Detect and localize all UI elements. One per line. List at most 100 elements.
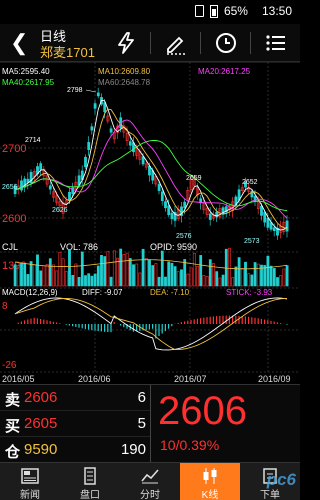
kline-icon (203, 468, 217, 484)
kline-chart-svg[interactable]: MA5:2595.40 MA10:2609.80 MA20:2617.25 MA… (0, 61, 300, 384)
volume-bar (269, 265, 273, 287)
x-tick-2016-09: 2016/09 (258, 374, 291, 384)
volume-bar (90, 275, 94, 287)
menu-list-icon[interactable] (264, 31, 288, 55)
chart-grid (0, 62, 300, 373)
macd-diff-value: DIFF: -9.07 (82, 288, 123, 297)
volume-bar (48, 258, 52, 287)
candle-body (260, 205, 263, 216)
volume-bar (36, 254, 39, 287)
volume-bar (176, 271, 180, 287)
volume-bar (276, 277, 279, 287)
volume-bar (20, 262, 23, 287)
volume-bar (58, 251, 62, 287)
sell-price: 2606 (24, 389, 58, 406)
volume-panel-name: CJL (2, 242, 18, 252)
volume-bar (196, 266, 199, 287)
macd-stick-value: STICK: -3.93 (226, 288, 273, 297)
volume-bar (151, 265, 155, 287)
candle-body (285, 220, 289, 232)
x-tick-2016-05: 2016/05 (2, 374, 35, 384)
volume-bar (199, 255, 203, 287)
draw-pen-icon[interactable] (164, 31, 188, 55)
nav-kline[interactable]: K线 (180, 463, 240, 500)
volume-bar (154, 263, 158, 287)
contract-name: 郑麦1701 (40, 45, 95, 60)
macd-diff-line (14, 297, 288, 351)
back-arrow-icon[interactable]: ❮ (10, 30, 28, 56)
ma10-label: MA10:2609.80 (98, 67, 151, 76)
volume-bar (272, 268, 276, 287)
intraday-chart-icon (141, 469, 159, 484)
sell-row: 卖 2606 6 (0, 385, 150, 411)
volume-bar (26, 274, 30, 287)
candle-body (272, 227, 276, 232)
quote-panel: 卖 2606 6 买 2605 5 仓 9590 190 2606 10/0.3… (0, 384, 300, 463)
volume-bar (263, 265, 267, 287)
volume-bar (32, 264, 36, 287)
orderbook-icon (84, 467, 96, 485)
candle-body (39, 163, 43, 170)
volume-bar (87, 273, 91, 287)
volume-bar (285, 265, 289, 287)
candle-body (68, 191, 71, 202)
bottom-nav: 新闻 盘口 分时 K线 下单 (0, 462, 300, 500)
buy-row: 买 2605 5 (0, 411, 150, 437)
candle-body (93, 103, 97, 109)
price-axis-label-upper: 2700 (2, 143, 26, 155)
lightning-icon[interactable] (114, 31, 138, 55)
buy-volume: 5 (137, 415, 146, 432)
volume-bar (55, 270, 59, 287)
volume-bar (96, 265, 100, 287)
annotation-2656: 2656 (2, 184, 18, 191)
clock-icon[interactable] (214, 31, 238, 55)
volume-bar (74, 263, 78, 287)
last-price: 2606 (158, 389, 247, 433)
volume-bar (224, 248, 228, 287)
price-change: 10/0.39% (160, 437, 220, 453)
volume-bar (205, 276, 209, 287)
battery-level: 65% (223, 4, 248, 18)
watermark-logo: pc6 (266, 470, 296, 489)
volume-bar (52, 264, 55, 287)
ma20-label: MA20:2617.25 (198, 67, 251, 76)
volume-bar (106, 251, 110, 287)
nav-news[interactable]: 新闻 (0, 463, 60, 500)
volume-bar (109, 276, 113, 287)
open-interest-value: 9590 (24, 441, 58, 458)
candle-body (157, 184, 161, 191)
volume-bar (256, 263, 260, 287)
candle-body (263, 211, 267, 223)
volume-bar (13, 264, 17, 287)
volume-bar (119, 248, 123, 287)
volume-bar (39, 270, 43, 287)
candle-body (183, 201, 187, 208)
candle-body (141, 156, 145, 165)
volume-bar (125, 252, 129, 287)
candle-body (109, 128, 113, 133)
nav-orderbook[interactable]: 盘口 (60, 463, 120, 500)
volume-bar (231, 277, 235, 287)
status-indicators: 65% 13:50 (194, 4, 292, 18)
volume-bar (103, 256, 107, 287)
ma60-label: MA60:2648.78 (98, 78, 151, 87)
volume-bar (221, 274, 225, 287)
volume-bar (244, 261, 247, 287)
candle-body (84, 156, 87, 168)
x-tick-2016-07: 2016/07 (174, 374, 207, 384)
price-axis-label-lower: 2600 (2, 213, 26, 225)
annotation-high: 2798 (67, 87, 83, 94)
volume-bar (237, 257, 241, 287)
header-bar: ❮ 日线 郑麦1701 (0, 24, 300, 62)
volume-bar (160, 250, 164, 287)
candle-body (20, 180, 23, 191)
volume-bar (247, 273, 251, 287)
candle-body (128, 141, 132, 146)
clock: 13:50 (261, 4, 292, 18)
kline-chart[interactable]: MA5:2595.40 MA10:2609.80 MA20:2617.25 MA… (0, 61, 300, 384)
volume-bar (208, 259, 212, 287)
macd-dea-value: DEA: -7.10 (150, 288, 190, 297)
nav-intraday[interactable]: 分时 (120, 463, 180, 500)
volume-bar (135, 263, 139, 287)
volume-bar (215, 271, 219, 287)
